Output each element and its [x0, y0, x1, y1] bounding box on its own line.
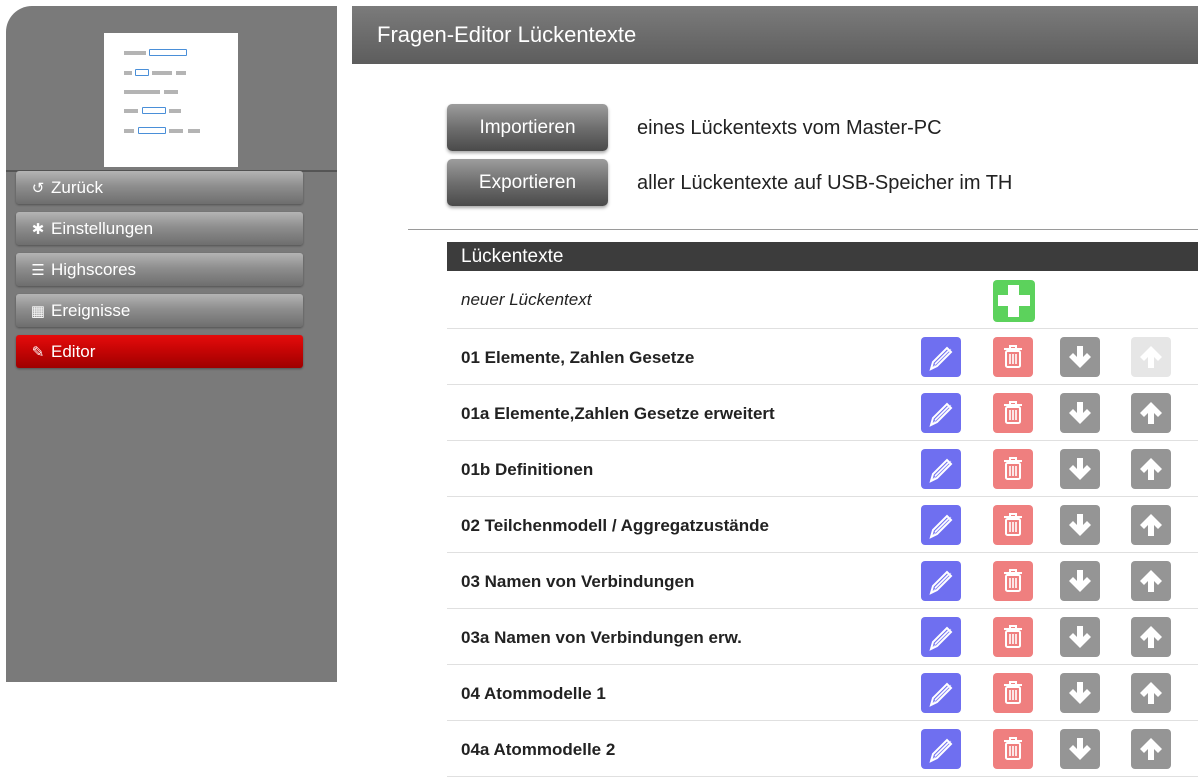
row-title: 02 Teilchenmodell / Aggregatzustände: [461, 516, 769, 535]
new-entry-row: neuer Lückentext: [447, 272, 1198, 329]
table-row: 04a Atommodelle 2: [447, 721, 1198, 777]
export-description: aller Lückentexte auf USB-Speicher im TH: [637, 172, 1013, 194]
edit-button[interactable]: [921, 729, 961, 769]
delete-button[interactable]: [993, 449, 1033, 489]
edit-button[interactable]: [921, 393, 961, 433]
undo-arrow-icon: ↺: [31, 180, 45, 197]
move-up-button[interactable]: [1131, 561, 1171, 601]
add-button[interactable]: [993, 280, 1035, 322]
table-row: 03a Namen von Verbindungen erw.: [447, 609, 1198, 665]
sidebar-item-label: Ereignisse: [51, 301, 131, 320]
sidebar-item-label: Editor: [51, 342, 96, 361]
table-row: 02 Teilchenmodell / Aggregatzustände: [447, 497, 1198, 553]
move-down-button[interactable]: [1060, 337, 1100, 377]
sidebar-item-editor[interactable]: ✎ Editor: [16, 335, 303, 368]
page-header: Fragen-Editor Lückentexte: [352, 6, 1198, 64]
table-header: Lückentexte: [447, 242, 1198, 271]
edit-button[interactable]: [921, 673, 961, 713]
delete-button[interactable]: [993, 337, 1033, 377]
move-up-button[interactable]: [1131, 449, 1171, 489]
sidebar-item-highscores[interactable]: ☰ Highscores: [16, 253, 303, 286]
section-divider: [408, 229, 1198, 230]
table-title: Lückentexte: [461, 246, 564, 267]
row-title: 03 Namen von Verbindungen: [461, 572, 695, 591]
import-button[interactable]: Importieren: [447, 104, 608, 151]
row-title: 01 Elemente, Zahlen Gesetze: [461, 348, 695, 367]
sidebar-item-back[interactable]: ↺ Zurück: [16, 171, 303, 204]
move-down-button[interactable]: [1060, 673, 1100, 713]
move-down-button[interactable]: [1060, 449, 1100, 489]
move-up-button: [1131, 337, 1171, 377]
move-up-button[interactable]: [1131, 673, 1171, 713]
table-row: 01a Elemente,Zahlen Gesetze erweitert: [447, 385, 1198, 441]
import-description: eines Lückentexts vom Master-PC: [637, 117, 942, 139]
move-down-button[interactable]: [1060, 617, 1100, 657]
gap-text-logo-icon: [104, 33, 238, 167]
edit-button[interactable]: [921, 561, 961, 601]
sidebar-item-events[interactable]: ▦ Ereignisse: [16, 294, 303, 327]
row-title: 01b Definitionen: [461, 460, 594, 479]
delete-button[interactable]: [993, 673, 1033, 713]
row-title: 03a Namen von Verbindungen erw.: [461, 628, 742, 647]
table-row: 01b Definitionen: [447, 441, 1198, 497]
edit-button[interactable]: [921, 617, 961, 657]
table-row: 01 Elemente, Zahlen Gesetze: [447, 329, 1198, 385]
table-row: 03 Namen von Verbindungen: [447, 553, 1198, 609]
row-title: 04a Atommodelle 2: [461, 740, 616, 759]
delete-button[interactable]: [993, 729, 1033, 769]
delete-button[interactable]: [993, 617, 1033, 657]
gear-icon: ✱: [31, 221, 45, 238]
calendar-icon: ▦: [30, 303, 46, 320]
move-up-button[interactable]: [1131, 393, 1171, 433]
row-title: 04 Atommodelle 1: [461, 684, 606, 703]
move-up-button[interactable]: [1131, 729, 1171, 769]
move-down-button[interactable]: [1060, 505, 1100, 545]
row-title: 01a Elemente,Zahlen Gesetze erweitert: [461, 404, 775, 423]
delete-button[interactable]: [993, 505, 1033, 545]
delete-button[interactable]: [993, 561, 1033, 601]
export-button[interactable]: Exportieren: [447, 159, 608, 206]
sidebar-item-settings[interactable]: ✱ Einstellungen: [16, 212, 303, 245]
move-down-button[interactable]: [1060, 561, 1100, 601]
sidebar-item-label: Highscores: [51, 260, 137, 279]
move-down-button[interactable]: [1060, 729, 1100, 769]
move-down-button[interactable]: [1060, 393, 1100, 433]
edit-icon: ✎: [31, 344, 45, 361]
delete-button[interactable]: [993, 393, 1033, 433]
page-title: Fragen-Editor Lückentexte: [377, 22, 637, 47]
sidebar-item-label: Zurück: [51, 178, 103, 197]
move-up-button[interactable]: [1131, 505, 1171, 545]
edit-button[interactable]: [921, 337, 961, 377]
list-icon: ☰: [31, 262, 45, 279]
move-up-button[interactable]: [1131, 617, 1171, 657]
sidebar-item-label: Einstellungen: [51, 219, 154, 238]
table-row: 04 Atommodelle 1: [447, 665, 1198, 721]
edit-button[interactable]: [921, 505, 961, 545]
edit-button[interactable]: [921, 449, 961, 489]
new-entry-label: neuer Lückentext: [461, 290, 592, 309]
